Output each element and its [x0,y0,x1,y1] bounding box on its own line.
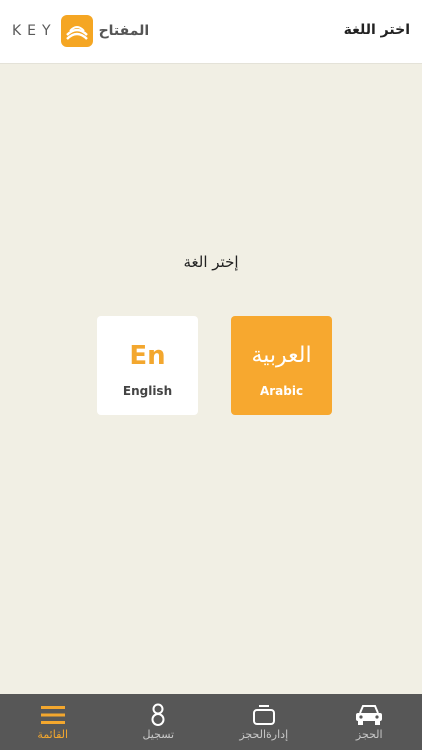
page-title: اختر اللغة [343,22,410,38]
language-arabic-button[interactable]: العربية Arabic [231,316,332,415]
app-header: KEY المفتاح اختر اللغة [0,0,422,64]
language-prompt: إختر الغة [183,253,239,271]
tab-register[interactable]: تسجيل [106,694,212,750]
menu-icon [40,703,66,727]
tab-register-label: تسجيل [142,728,175,741]
user-icon [149,703,167,727]
tab-booking-label: الحجز [355,728,383,741]
english-label: English [122,384,173,398]
tab-manage-booking[interactable]: إدارةالحجز [211,694,317,750]
tab-menu[interactable]: القائمة [0,694,106,750]
language-english-button[interactable]: En English [97,316,198,415]
arabic-label: Arabic [259,384,304,398]
logo-arabic-text: المفتاح [98,23,150,39]
tab-booking[interactable]: الحجز [317,694,422,750]
bottom-tab-bar: القائمة تسجيل إدارةالحجز الحجز [0,694,422,750]
manage-booking-icon [252,703,276,727]
logo-latin-text: KEY [12,23,57,39]
car-icon [354,703,384,727]
arabic-short-label: العربية [251,343,312,368]
tab-menu-label: القائمة [37,728,69,741]
key-logo-icon [60,15,93,47]
app-logo: KEY المفتاح [12,14,149,48]
english-short-label: En [129,341,166,371]
tab-manage-booking-label: إدارةالحجز [239,728,289,741]
